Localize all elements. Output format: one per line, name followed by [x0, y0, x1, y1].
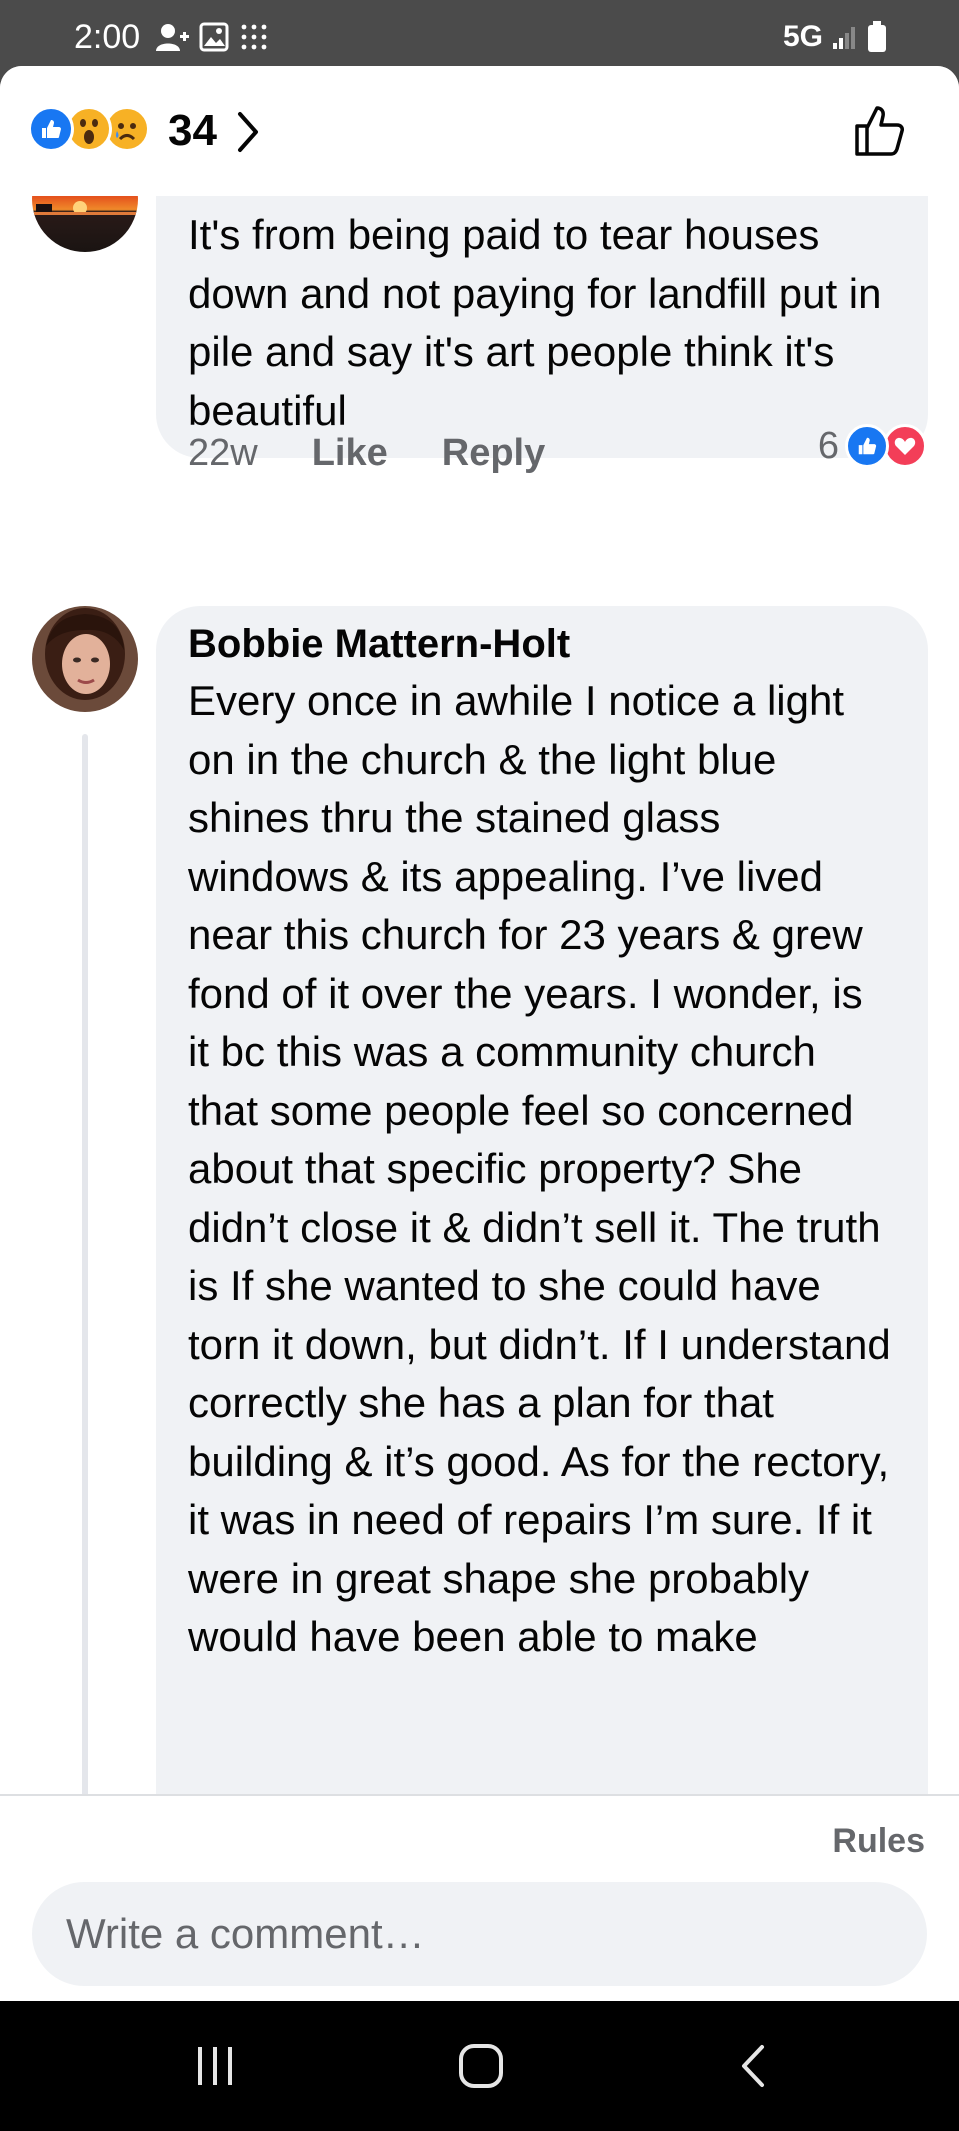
- reactions-summary[interactable]: 34: [0, 66, 959, 196]
- comment-reactions[interactable]: 6: [818, 424, 927, 468]
- like-button-icon[interactable]: [853, 102, 909, 158]
- reaction-count: 34: [168, 106, 217, 155]
- network-type: 5G: [782, 20, 823, 53]
- like-icon: [845, 424, 889, 468]
- notification-icons: [155, 22, 269, 52]
- like-link[interactable]: Like: [312, 432, 388, 475]
- comment-item: Bobbie Mattern-Holt Every once in awhile…: [0, 606, 959, 1866]
- comment-age: 22w: [188, 432, 258, 474]
- status-bar: 2:00 5G: [0, 0, 959, 70]
- comment-author[interactable]: Bobbie Mattern-Holt: [188, 616, 896, 672]
- home-icon[interactable]: [456, 2041, 506, 2091]
- comment-composer[interactable]: [32, 1882, 927, 1986]
- reaction-icons: [28, 106, 150, 152]
- comment-text: It's from being paid to tear houses down…: [188, 211, 882, 434]
- comment-actions: 22w Like Reply: [188, 432, 545, 475]
- comment-text: Every once in awhile I notice a light on…: [188, 677, 891, 1660]
- status-time: 2:00: [74, 18, 141, 56]
- add-contact-icon: [156, 24, 189, 51]
- rules-link[interactable]: Rules: [832, 1822, 925, 1861]
- comment-input[interactable]: [32, 1882, 927, 1986]
- profile-photo-image: [32, 606, 138, 712]
- comment-reaction-count: 6: [817, 424, 839, 467]
- like-icon: [28, 106, 74, 152]
- avatar[interactable]: [32, 606, 138, 712]
- love-icon: [883, 424, 927, 468]
- back-icon[interactable]: [734, 2041, 774, 2091]
- reply-link[interactable]: Reply: [442, 432, 545, 475]
- recent-apps-icon[interactable]: [190, 2041, 240, 2091]
- comment-footer: Rules: [0, 1794, 959, 2001]
- comment-bubble[interactable]: Bobbie Mattern-Holt Every once in awhile…: [156, 606, 928, 1866]
- reply-thread-line: [82, 734, 88, 1834]
- gallery-icon: [199, 22, 229, 52]
- chevron-right-icon: [238, 112, 258, 152]
- battery-icon: [868, 21, 886, 52]
- signal-icon: [833, 27, 855, 49]
- dots-grid-icon: [241, 24, 267, 50]
- system-navigation-bar: [0, 2001, 959, 2131]
- comments-sheet: 34 Jeff Fultz It's from being paid to te…: [0, 66, 959, 2001]
- system-icons: 5G: [783, 20, 887, 54]
